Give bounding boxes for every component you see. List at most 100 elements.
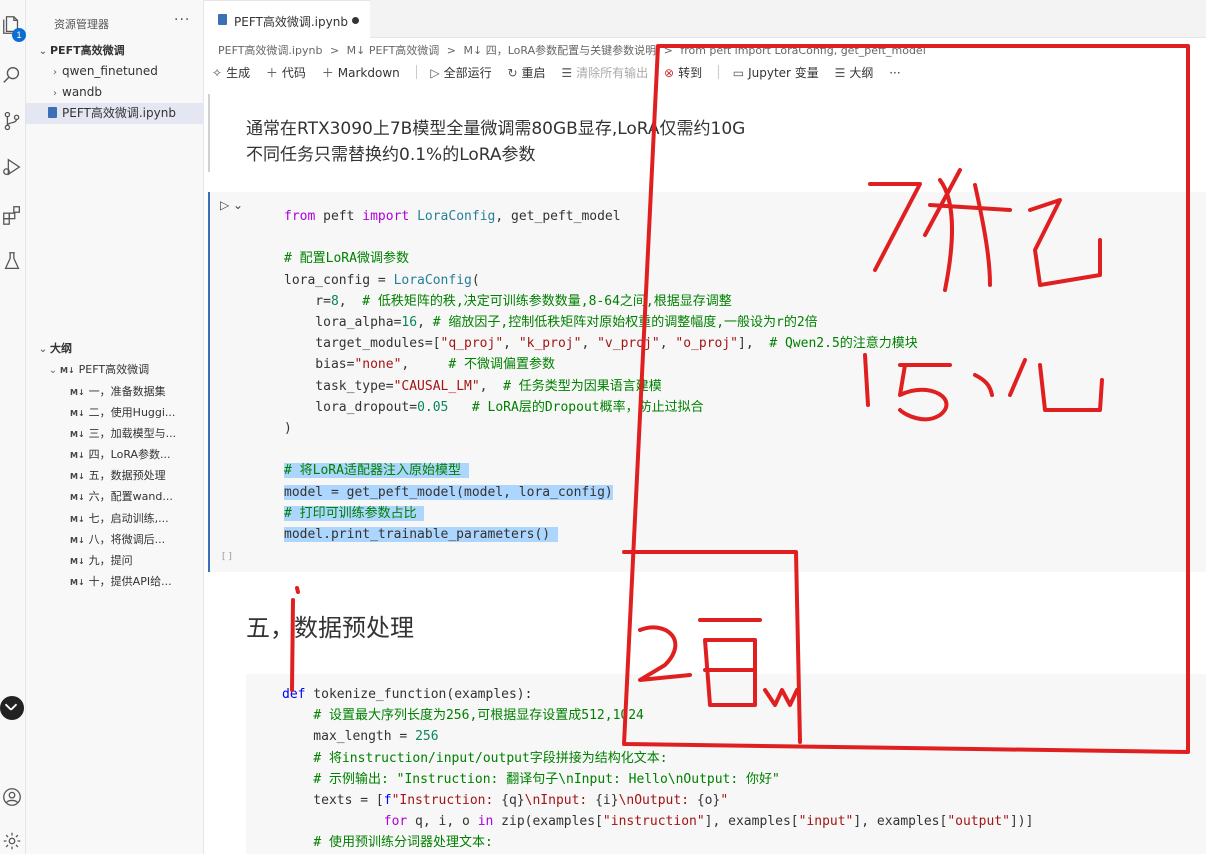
restart-button[interactable]: ↻ 重启	[507, 64, 545, 81]
editor-area: PEFT高效微调.ipynb PEFT高效微调.ipynb > M↓ PEFT高…	[204, 0, 1206, 854]
clear-outputs-label: 清除所有输出	[576, 66, 649, 80]
code-cell-lora[interactable]: ▷ ⌄ [ ] from peft import LoraConfig, get…	[208, 192, 1206, 572]
testing-flask-icon[interactable]	[1, 250, 23, 272]
explorer-title: 资源管理器	[54, 18, 109, 31]
variables-icon: ▭	[732, 66, 745, 80]
outline-item-label: 九，提问	[88, 554, 133, 567]
outline-item-label: 八，将微调后...	[88, 533, 166, 546]
outline-item[interactable]: M↓ 一，准备数据集	[26, 381, 204, 402]
outline-item[interactable]: M↓ 九，提问	[26, 550, 204, 571]
outline-label: 大纲	[849, 66, 874, 80]
toolbar-divider	[415, 65, 417, 79]
markdown-icon: M↓	[70, 578, 85, 587]
markdown-icon: M↓	[70, 388, 85, 397]
tree-item-label: qwen_finetuned	[62, 64, 158, 78]
outline-item[interactable]: M↓ 六，配置wand...	[26, 486, 204, 507]
source-control-icon[interactable]	[1, 110, 23, 132]
notebook-icon	[218, 14, 227, 25]
goto-icon: ⊗	[664, 66, 675, 80]
markdown-icon: M↓	[70, 515, 85, 524]
outline-item-label: 一，准备数据集	[88, 385, 166, 398]
outline-item[interactable]: M↓ 二，使用Huggi...	[26, 402, 204, 423]
markdown-icon: M↓	[70, 472, 85, 481]
breadcrumb-item[interactable]: from peft import LoraConfig, get_peft_mo…	[680, 44, 925, 57]
outline-item-label: 四，LoRA参数...	[88, 448, 171, 461]
outline-item[interactable]: M↓ 七，启动训练,...	[26, 508, 204, 529]
generate-label: 生成	[226, 66, 251, 80]
tree-item-wandb[interactable]: › wandb	[26, 82, 204, 103]
outline-header[interactable]: ⌄ 大纲	[26, 338, 204, 359]
markdown-icon: M↓	[70, 451, 85, 460]
tree-item-label: PEFT高效微调.ipynb	[62, 106, 176, 120]
tree-item-label: wandb	[62, 85, 103, 99]
tree-item-qwen[interactable]: › qwen_finetuned	[26, 61, 204, 82]
run-debug-icon[interactable]	[1, 156, 23, 178]
chevron-down-icon: ⌄	[38, 344, 48, 355]
remote-indicator-icon[interactable]	[0, 696, 24, 720]
run-cell-button[interactable]: ▷ ⌄	[220, 198, 243, 212]
explorer-sidebar: 资源管理器 ··· ⌄ PEFT高效微调 › qwen_finetuned › wan…	[26, 0, 204, 854]
outline-item-label: 十，提供API给...	[88, 575, 172, 588]
extensions-icon[interactable]	[1, 204, 23, 226]
add-code-label: 代码	[281, 66, 306, 80]
explorer-badge: 1	[12, 28, 26, 42]
toolbar-more-button[interactable]: ···	[889, 66, 900, 80]
code-editor[interactable]: from peft import LoraConfig, get_peft_mo…	[284, 206, 918, 545]
markdown-icon: M↓	[70, 430, 85, 439]
code-cell-tokenize[interactable]: def tokenize_function(examples): # 设置最大序…	[246, 674, 1206, 854]
plus-icon: ＋	[265, 66, 278, 80]
outline-item[interactable]: M↓ 五，数据预处理	[26, 465, 204, 486]
breadcrumb-separator: >	[446, 44, 457, 57]
markdown-cell[interactable]: 通常在RTX3090上7B模型全量微调需80GB显存,LoRA仅需约10G 不同…	[246, 116, 745, 168]
breadcrumb-item[interactable]: M↓ 四，LoRA参数配置与关键参数说明	[464, 44, 657, 57]
markdown-line: 通常在RTX3090上7B模型全量微调需80GB显存,LoRA仅需约10G	[246, 119, 746, 139]
breadcrumb-separator: >	[329, 44, 340, 57]
breadcrumb-item[interactable]: M↓ PEFT高效微调	[347, 44, 440, 57]
jupyter-variables-button[interactable]: ▭ Jupyter 变量	[733, 64, 819, 81]
outline-item[interactable]: M↓ 八，将微调后...	[26, 529, 204, 550]
markdown-icon: M↓	[70, 557, 85, 566]
outline-item-label: 二，使用Huggi...	[88, 406, 176, 419]
outline-item[interactable]: M↓ 三，加载模型与...	[26, 423, 204, 444]
outline-item[interactable]: M↓ 十，提供API给...	[26, 571, 204, 592]
code-editor[interactable]: def tokenize_function(examples): # 设置最大序…	[282, 684, 1033, 854]
settings-gear-icon[interactable]	[1, 830, 23, 852]
folder-name: PEFT高效微调	[50, 44, 125, 57]
execution-count: [ ]	[222, 552, 232, 562]
toolbar-divider	[717, 65, 719, 79]
outline-title: 大纲	[50, 342, 72, 355]
unsaved-dot-icon[interactable]	[352, 17, 359, 24]
clear-all-icon: ☰	[561, 66, 573, 80]
tab-label: PEFT高效微调.ipynb	[234, 15, 348, 29]
list-icon: ☰	[834, 66, 846, 80]
jupyter-variables-label: Jupyter 变量	[748, 66, 819, 80]
chevron-down-icon: ⌄	[38, 46, 48, 57]
search-icon[interactable]	[1, 64, 23, 86]
section-heading: 五，数据预处理	[246, 614, 414, 642]
account-icon[interactable]	[1, 786, 23, 808]
markdown-icon: M↓	[60, 366, 75, 375]
breadcrumb-item[interactable]: PEFT高效微调.ipynb	[218, 44, 322, 57]
outline-button[interactable]: ☰ 大纲	[835, 64, 874, 81]
breadcrumb-separator: >	[663, 44, 673, 57]
add-markdown-button[interactable]: ＋ Markdown	[322, 64, 400, 81]
tab-notebook[interactable]: PEFT高效微调.ipynb	[204, 0, 370, 38]
outline-root-label: PEFT高效微调	[78, 363, 150, 376]
folder-root[interactable]: ⌄ PEFT高效微调	[26, 40, 204, 61]
explorer-more-button[interactable]: ···	[174, 12, 190, 28]
goto-button[interactable]: ⊗ 转到	[664, 64, 702, 81]
outline-root[interactable]: ⌄ M↓ PEFT高效微调	[26, 359, 204, 380]
markdown-icon: M↓	[70, 409, 85, 418]
run-all-button[interactable]: ▷ 全部运行	[430, 64, 491, 81]
markdown-cell-gutter	[208, 94, 210, 172]
outline-item-label: 五，数据预处理	[88, 469, 166, 482]
restart-label: 重启	[521, 66, 546, 80]
generate-button[interactable]: ✧ 生成	[212, 64, 250, 81]
tree-item-notebook[interactable]: PEFT高效微调.ipynb	[26, 103, 204, 124]
add-code-button[interactable]: ＋代码	[266, 64, 306, 81]
outline-item-label: 三，加载模型与...	[88, 427, 177, 440]
outline-item[interactable]: M↓ 四，LoRA参数...	[26, 444, 204, 465]
activity-bar: 1	[0, 0, 26, 854]
chevron-down-icon: ⌄	[48, 365, 58, 376]
clear-outputs-button[interactable]: ☰ 清除所有输出	[561, 64, 648, 81]
